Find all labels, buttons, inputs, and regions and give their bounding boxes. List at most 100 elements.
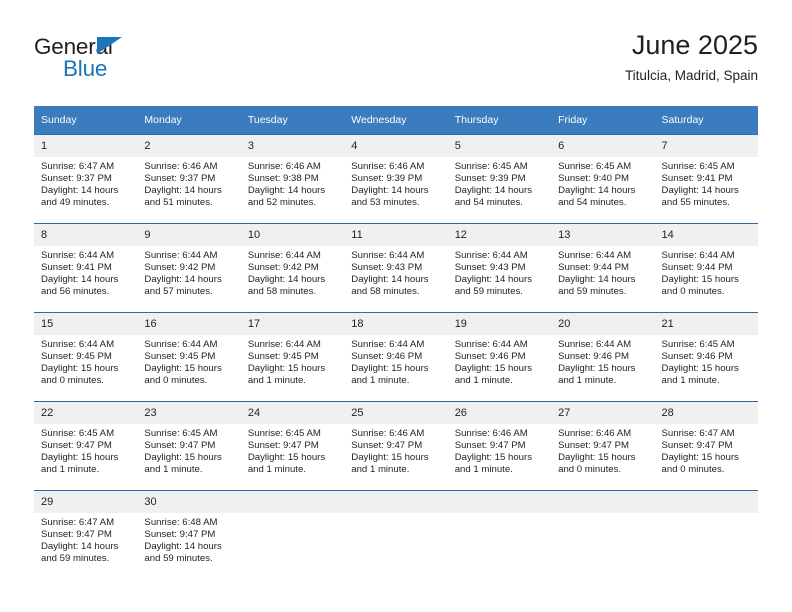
daylight-text-line2: and 53 minutes. bbox=[351, 197, 420, 209]
daylight-text-line2: and 57 minutes. bbox=[144, 286, 213, 298]
sunset-text: Sunset: 9:46 PM bbox=[558, 351, 630, 363]
day-cell[interactable]: 17 Sunrise: 6:44 AM Sunset: 9:45 PM Dayligh… bbox=[240, 312, 345, 402]
day-number: 25 bbox=[344, 402, 448, 424]
daylight-text-line1: Daylight: 14 hours bbox=[41, 185, 119, 197]
day-cell[interactable]: 5 Sunrise: 6:45 AM Sunset: 9:39 PM Daylight… bbox=[447, 134, 552, 224]
day-cell[interactable]: 6 Sunrise: 6:45 AM Sunset: 9:40 PM Daylight… bbox=[551, 134, 655, 224]
day-details bbox=[241, 513, 344, 517]
day-details: Sunrise: 6:47 AM Sunset: 9:47 PM Daylight:… bbox=[34, 513, 137, 565]
sunrise-text: Sunrise: 6:46 AM bbox=[351, 161, 425, 172]
day-number: 18 bbox=[344, 313, 448, 335]
day-cell[interactable]: 26 Sunrise: 6:46 AM Sunset: 9:47 PM Dayligh… bbox=[447, 401, 552, 491]
day-cell[interactable]: 4 Sunrise: 6:46 AM Sunset: 9:39 PM Daylight… bbox=[344, 134, 448, 224]
day-cell[interactable]: 14 Sunrise: 6:44 AM Sunset: 9:44 PM Dayligh… bbox=[654, 223, 758, 313]
day-cell[interactable]: 15 Sunrise: 6:44 AM Sunset: 9:45 PM Dayligh… bbox=[34, 312, 138, 402]
day-number: 26 bbox=[447, 402, 552, 424]
weekday-header-thursday: Thursday bbox=[447, 106, 552, 135]
day-number: 24 bbox=[240, 402, 345, 424]
daylight-text-line1: Daylight: 15 hours bbox=[41, 363, 119, 375]
daylight-text-line1: Daylight: 15 hours bbox=[144, 363, 222, 375]
day-details bbox=[344, 513, 447, 517]
daylight-text-line2: and 59 minutes. bbox=[41, 553, 110, 565]
daylight-text-line1: Daylight: 14 hours bbox=[454, 185, 533, 197]
day-cell[interactable]: 2 Sunrise: 6:46 AM Sunset: 9:37 PM Daylight… bbox=[137, 134, 241, 224]
sunset-text: Sunset: 9:47 PM bbox=[144, 440, 216, 452]
day-cell[interactable]: 8 Sunrise: 6:44 AM Sunset: 9:41 PM Daylight… bbox=[34, 223, 138, 313]
day-cell[interactable]: 16 Sunrise: 6:44 AM Sunset: 9:45 PM Dayligh… bbox=[137, 312, 241, 402]
day-cell[interactable]: 20 Sunrise: 6:44 AM Sunset: 9:46 PM Dayligh… bbox=[551, 312, 655, 402]
week-row: 15 Sunrise: 6:44 AM Sunset: 9:45 PM Dayligh… bbox=[34, 312, 758, 402]
day-cell-empty bbox=[654, 490, 758, 579]
day-cell[interactable]: 30 Sunrise: 6:48 AM Sunset: 9:47 PM Dayligh… bbox=[137, 490, 241, 579]
day-cell[interactable]: 12 Sunrise: 6:44 AM Sunset: 9:43 PM Dayligh… bbox=[447, 223, 552, 313]
daylight-text-line1: Daylight: 14 hours bbox=[144, 541, 222, 553]
daylight-text-line1: Daylight: 15 hours bbox=[661, 363, 739, 375]
day-number: 9 bbox=[137, 224, 241, 246]
generalblue-logo: General Blue bbox=[34, 34, 234, 86]
sunrise-text: Sunrise: 6:46 AM bbox=[351, 428, 425, 439]
day-cell[interactable]: 29 Sunrise: 6:47 AM Sunset: 9:47 PM Dayligh… bbox=[34, 490, 138, 579]
sunset-text: Sunset: 9:44 PM bbox=[661, 262, 733, 274]
day-cell[interactable]: 13 Sunrise: 6:44 AM Sunset: 9:44 PM Dayligh… bbox=[551, 223, 655, 313]
sunrise-text: Sunrise: 6:44 AM bbox=[144, 250, 218, 261]
sunrise-text: Sunrise: 6:45 AM bbox=[661, 339, 735, 350]
day-number: 22 bbox=[34, 402, 138, 424]
day-cell[interactable]: 21 Sunrise: 6:45 AM Sunset: 9:46 PM Dayligh… bbox=[654, 312, 758, 402]
daylight-text-line2: and 55 minutes. bbox=[661, 197, 730, 209]
daylight-text-line2: and 58 minutes. bbox=[351, 286, 420, 298]
sunrise-text: Sunrise: 6:45 AM bbox=[558, 161, 632, 172]
logo-triangle-icon bbox=[97, 37, 122, 54]
daylight-text-line1: Daylight: 14 hours bbox=[144, 185, 222, 197]
sunset-text: Sunset: 9:42 PM bbox=[144, 262, 216, 274]
day-cell-empty bbox=[344, 490, 448, 579]
daylight-text-line2: and 1 minute. bbox=[351, 464, 410, 476]
day-cell[interactable]: 7 Sunrise: 6:45 AM Sunset: 9:41 PM Daylight… bbox=[654, 134, 758, 224]
day-cell[interactable]: 23 Sunrise: 6:45 AM Sunset: 9:47 PM Dayligh… bbox=[137, 401, 241, 491]
day-cell[interactable]: 25 Sunrise: 6:46 AM Sunset: 9:47 PM Dayligh… bbox=[344, 401, 448, 491]
day-details: Sunrise: 6:44 AM Sunset: 9:41 PM Daylight:… bbox=[34, 246, 137, 298]
daylight-text-line1: Daylight: 14 hours bbox=[454, 274, 533, 286]
daylight-text-line2: and 59 minutes. bbox=[454, 286, 523, 298]
day-details: Sunrise: 6:47 AM Sunset: 9:47 PM Daylight:… bbox=[655, 424, 758, 476]
day-cell-empty bbox=[551, 490, 655, 579]
day-cell[interactable]: 28 Sunrise: 6:47 AM Sunset: 9:47 PM Dayligh… bbox=[654, 401, 758, 491]
day-number: 27 bbox=[551, 402, 655, 424]
day-cell[interactable]: 11 Sunrise: 6:44 AM Sunset: 9:43 PM Dayligh… bbox=[344, 223, 448, 313]
day-cell[interactable]: 1 Sunrise: 6:47 AM Sunset: 9:37 PM Daylight… bbox=[34, 134, 138, 224]
sunrise-text: Sunrise: 6:45 AM bbox=[144, 428, 218, 439]
week-row: 29 Sunrise: 6:47 AM Sunset: 9:47 PM Dayligh… bbox=[34, 490, 758, 579]
day-details: Sunrise: 6:45 AM Sunset: 9:47 PM Daylight:… bbox=[34, 424, 137, 476]
sunset-text: Sunset: 9:47 PM bbox=[351, 440, 423, 452]
day-number: 2 bbox=[137, 135, 241, 157]
day-cell[interactable]: 9 Sunrise: 6:44 AM Sunset: 9:42 PM Daylight… bbox=[137, 223, 241, 313]
day-cell[interactable]: 24 Sunrise: 6:45 AM Sunset: 9:47 PM Dayligh… bbox=[240, 401, 345, 491]
day-details: Sunrise: 6:46 AM Sunset: 9:37 PM Daylight:… bbox=[137, 157, 240, 209]
day-details: Sunrise: 6:45 AM Sunset: 9:47 PM Daylight:… bbox=[137, 424, 240, 476]
daylight-text-line2: and 59 minutes. bbox=[144, 553, 213, 565]
daylight-text-line1: Daylight: 15 hours bbox=[454, 363, 533, 375]
day-cell[interactable]: 3 Sunrise: 6:46 AM Sunset: 9:38 PM Daylight… bbox=[240, 134, 345, 224]
daylight-text-line1: Daylight: 14 hours bbox=[41, 541, 119, 553]
daylight-text-line2: and 0 minutes. bbox=[41, 375, 104, 387]
day-cell[interactable]: 18 Sunrise: 6:44 AM Sunset: 9:46 PM Dayligh… bbox=[344, 312, 448, 402]
sunset-text: Sunset: 9:42 PM bbox=[247, 262, 319, 274]
sunrise-text: Sunrise: 6:44 AM bbox=[351, 339, 425, 350]
daylight-text-line1: Daylight: 15 hours bbox=[247, 452, 326, 464]
day-cell[interactable]: 10 Sunrise: 6:44 AM Sunset: 9:42 PM Dayligh… bbox=[240, 223, 345, 313]
sunset-text: Sunset: 9:37 PM bbox=[144, 173, 216, 185]
daylight-text-line1: Daylight: 14 hours bbox=[661, 185, 739, 197]
day-number: 3 bbox=[240, 135, 345, 157]
daylight-text-line1: Daylight: 14 hours bbox=[351, 274, 429, 286]
sunset-text: Sunset: 9:47 PM bbox=[144, 529, 216, 541]
day-number: 17 bbox=[240, 313, 345, 335]
sunrise-text: Sunrise: 6:47 AM bbox=[41, 517, 115, 528]
sunset-text: Sunset: 9:47 PM bbox=[247, 440, 319, 452]
calendar-page: General Blue June 2025 Titulcia, Madrid,… bbox=[0, 0, 792, 612]
day-details: Sunrise: 6:44 AM Sunset: 9:42 PM Daylight:… bbox=[137, 246, 240, 298]
day-cell[interactable]: 22 Sunrise: 6:45 AM Sunset: 9:47 PM Dayligh… bbox=[34, 401, 138, 491]
day-details bbox=[551, 513, 654, 517]
day-cell[interactable]: 19 Sunrise: 6:44 AM Sunset: 9:46 PM Dayligh… bbox=[447, 312, 552, 402]
daylight-text-line2: and 1 minute. bbox=[454, 464, 513, 476]
day-cell[interactable]: 27 Sunrise: 6:46 AM Sunset: 9:47 PM Dayligh… bbox=[551, 401, 655, 491]
sunrise-text: Sunrise: 6:44 AM bbox=[41, 339, 115, 350]
